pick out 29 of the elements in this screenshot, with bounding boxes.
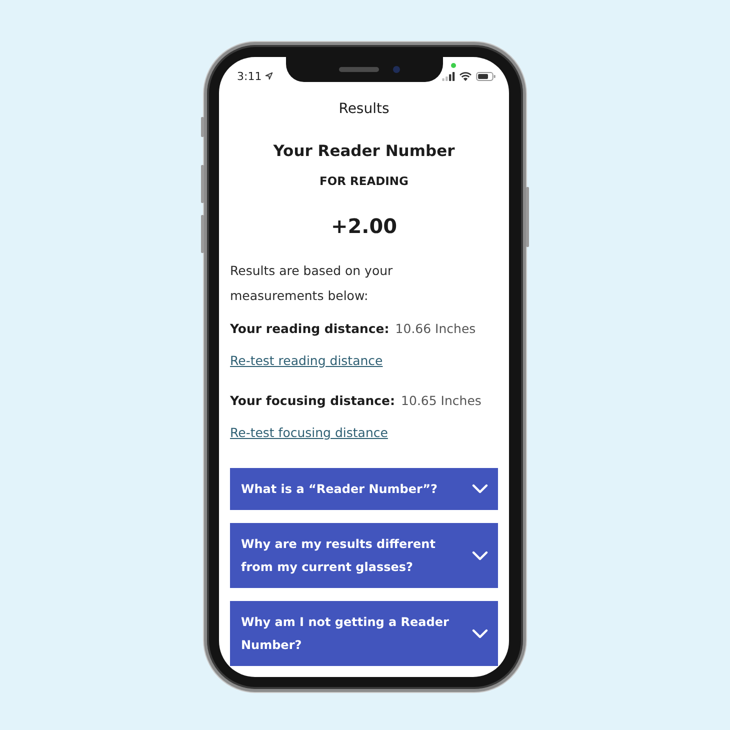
wifi-icon <box>459 72 472 80</box>
location-arrow-icon <box>264 72 273 80</box>
camera-lens <box>393 66 400 73</box>
speaker-grille <box>339 67 379 72</box>
side-button[interactable] <box>201 117 204 137</box>
retest-link[interactable]: Re-test reading distance <box>230 350 383 372</box>
faq-accordion[interactable]: Why are my results different from my current glasses? <box>230 523 498 588</box>
signal-icon <box>442 72 455 80</box>
reader-number: +2.00 <box>330 213 398 240</box>
status-dot-icon <box>451 63 456 68</box>
battery-icon <box>476 72 496 80</box>
distance-label: Your reading distance: <box>230 320 390 338</box>
page-title: Results <box>338 100 390 119</box>
status-time: 3:11 <box>237 70 262 82</box>
faq-question: Why are my results different from my current glasses? <box>241 536 436 576</box>
faq-accordion[interactable]: Why am I not getting a Reader Number? <box>230 601 498 666</box>
faq-question: What is a “Reader Number”? <box>241 480 438 498</box>
side-button[interactable] <box>201 165 204 203</box>
distance-value: 10.66 Inches <box>395 320 476 338</box>
faq-accordion[interactable]: What is a “Reader Number”? <box>230 468 498 510</box>
faq-question: Why am I not getting a Reader Number? <box>241 614 450 654</box>
result-subheading: FOR READING <box>320 173 408 189</box>
result-heading: Your Reader Number <box>273 141 455 162</box>
side-button[interactable] <box>201 215 204 253</box>
results-note: Results are based on your measurements below: <box>230 262 394 305</box>
distance-value: 10.65 Inches <box>401 392 482 410</box>
retest-link[interactable]: Re-test focusing distance <box>230 422 388 444</box>
distance-label: Your focusing distance: <box>230 392 396 410</box>
side-button[interactable] <box>526 187 529 247</box>
